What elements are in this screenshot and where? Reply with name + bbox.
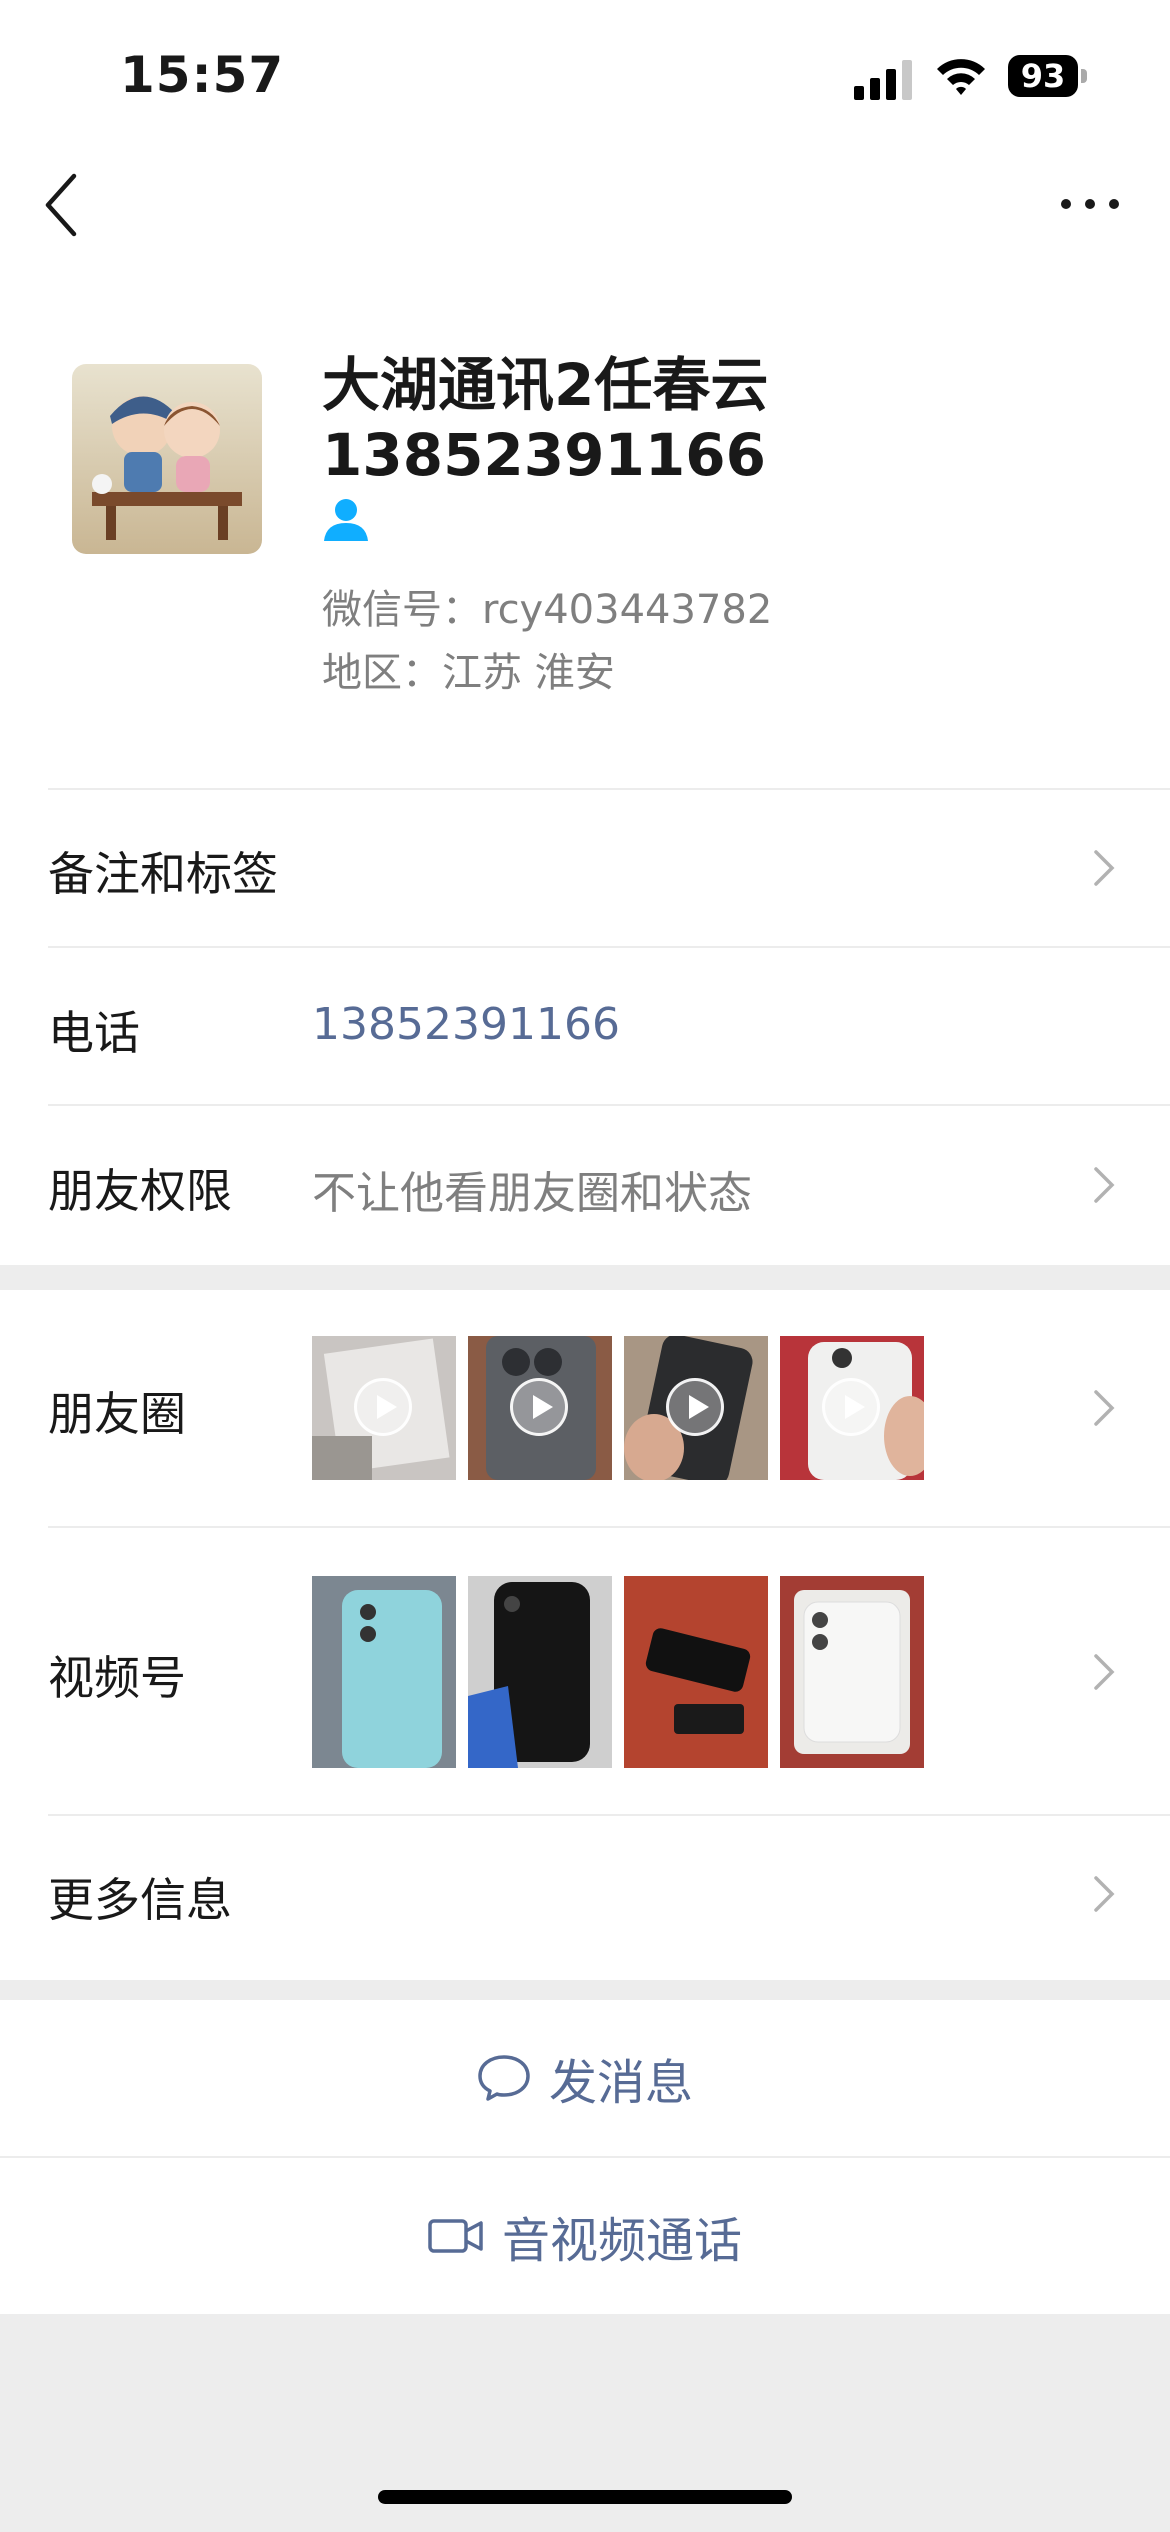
battery-icon: 93 (1008, 55, 1088, 99)
channels-thumb[interactable] (468, 1576, 612, 1768)
wechat-id: 微信号：rcy403443782 (322, 587, 773, 633)
chevron-right-icon (1094, 1390, 1115, 1426)
play-icon (822, 1378, 880, 1436)
avatar[interactable] (72, 364, 262, 554)
contact-name: 大湖通讯2任春云 13852391166 (322, 350, 1102, 490)
channels-thumb[interactable] (312, 1576, 456, 1768)
chevron-right-icon (1094, 850, 1115, 886)
row-more-info-label[interactable]: 更多信息 (48, 1864, 232, 1930)
send-message-label: 发消息 (548, 2055, 693, 2111)
moments-thumb[interactable] (312, 1336, 456, 1480)
divider (48, 1526, 1170, 1528)
cellular-signal-icon (854, 60, 912, 100)
channels-thumb[interactable] (624, 1576, 768, 1768)
channels-thumb[interactable] (780, 1576, 924, 1768)
phone-number-link[interactable]: 13852391166 (312, 999, 620, 1050)
back-arrow-icon[interactable] (42, 170, 82, 240)
contact-name-phone: 13852391166 (322, 421, 766, 489)
more-options-icon[interactable] (1058, 190, 1122, 218)
row-remarks-label[interactable]: 备注和标签 (48, 838, 278, 904)
row-permission-label[interactable]: 朋友权限 (48, 1155, 232, 1221)
av-call-button[interactable]: 音视频通话 (0, 2158, 1170, 2314)
moments-thumb[interactable] (468, 1336, 612, 1480)
person-icon (324, 499, 368, 541)
row-channels-label[interactable]: 视频号 (48, 1642, 186, 1708)
permission-value: 不让他看朋友圈和状态 (312, 1168, 752, 1219)
chevron-right-icon (1094, 1167, 1115, 1203)
chevron-right-icon (1094, 1654, 1115, 1690)
battery-percent: 93 (1020, 57, 1066, 95)
chevron-right-icon (1094, 1876, 1115, 1912)
divider (48, 788, 1170, 790)
row-phone-label: 电话 (48, 1006, 140, 1060)
play-icon (666, 1378, 724, 1436)
play-icon (510, 1378, 568, 1436)
home-indicator (378, 2490, 792, 2504)
divider (48, 1814, 1170, 1816)
wifi-icon (937, 59, 985, 95)
play-icon (354, 1378, 412, 1436)
send-message-button[interactable]: 发消息 (0, 2000, 1170, 2156)
row-moments-label[interactable]: 朋友圈 (48, 1378, 186, 1444)
divider (48, 1104, 1170, 1106)
chat-bubble-icon (478, 2055, 530, 2101)
contact-name-title: 大湖通讯2任春云 (322, 351, 769, 419)
video-camera-icon (428, 2219, 483, 2253)
moments-thumb[interactable] (780, 1336, 924, 1480)
av-call-label: 音视频通话 (501, 2213, 742, 2269)
divider (48, 946, 1170, 948)
status-time: 15:57 (120, 46, 285, 104)
region: 地区：江苏 淮安 (322, 650, 615, 696)
moments-thumb[interactable] (624, 1336, 768, 1480)
